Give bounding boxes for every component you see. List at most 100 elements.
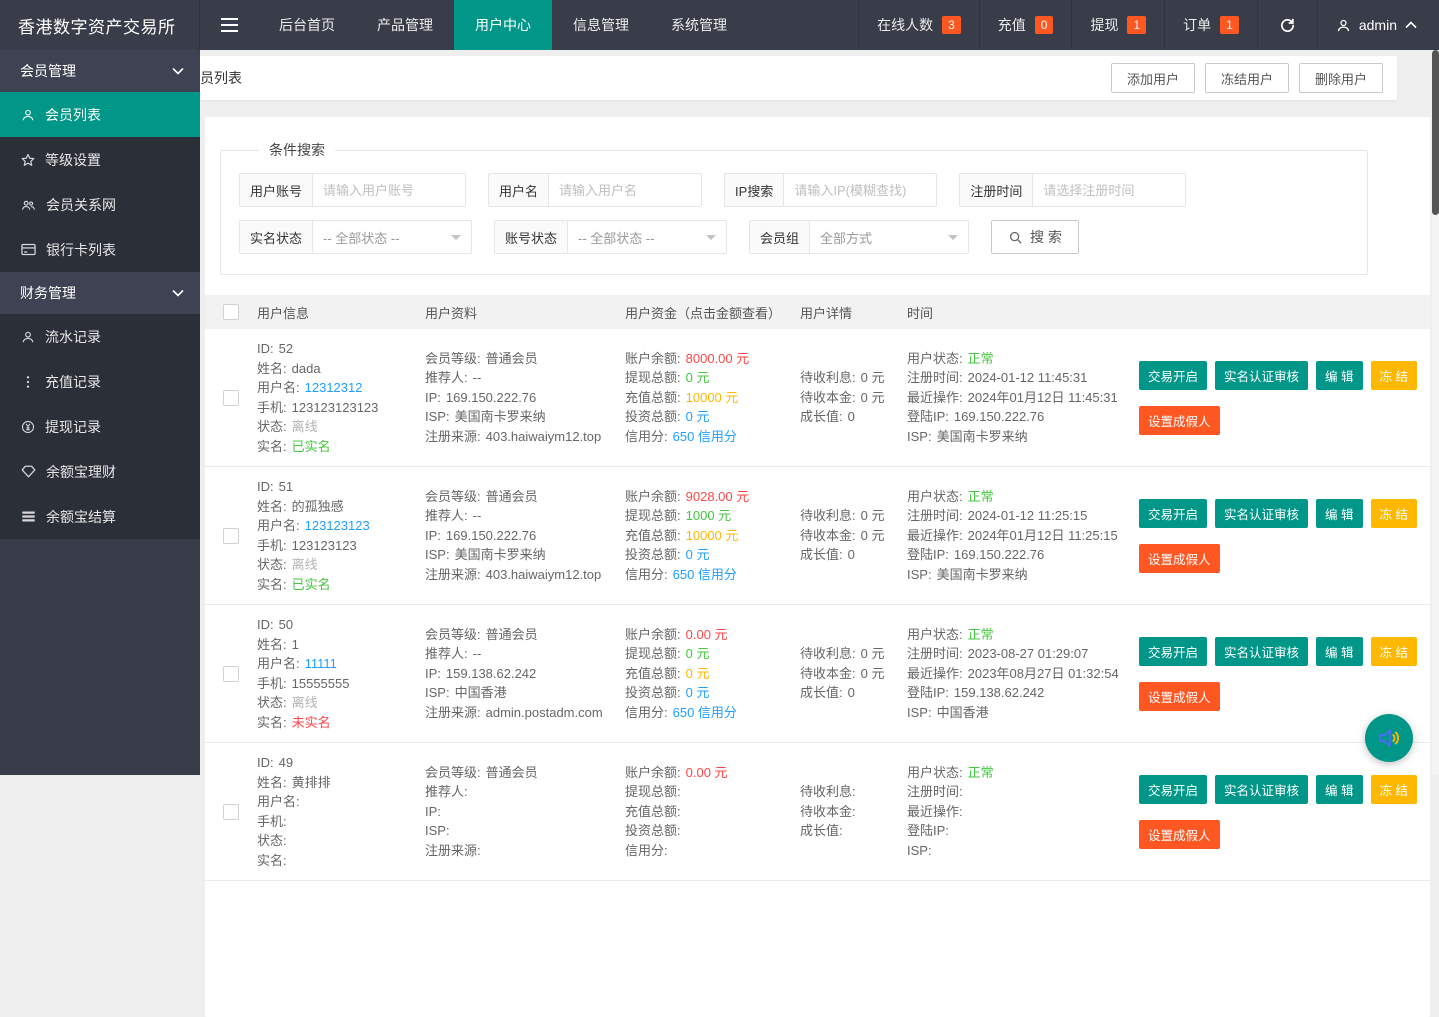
member-list-card: 条件搜索 用户账号 用户名 IP搜索 注册时间 实名状态 [205,117,1430,1017]
row-checkbox[interactable] [223,666,239,682]
search-row-inputs: 用户账号 用户名 IP搜索 注册时间 [239,173,1367,207]
realname-audit-button[interactable]: 实名认证审核 [1215,637,1308,666]
ip-value: 169.150.222.76 [446,528,536,543]
set-fake-button[interactable]: 设置成假人 [1139,406,1220,435]
id-value: 49 [279,755,293,770]
recharge-amount[interactable]: 10000 元 [686,390,739,405]
withdraw-amount[interactable]: 1000 元 [686,508,732,523]
vertical-scrollbar[interactable] [1432,50,1439,775]
name-value: 1 [292,637,299,652]
invest-amount[interactable]: 0 元 [686,547,710,562]
pending-principal: 0 元 [861,528,885,543]
freeze-user-button[interactable]: 冻结用户 [1205,63,1289,93]
realname-audit-button[interactable]: 实名认证审核 [1215,775,1308,804]
sidebar-item-transaction-log[interactable]: 流水记录 [0,314,200,359]
yen-icon [21,420,35,434]
scrollbar-thumb[interactable] [1432,50,1439,215]
freeze-button[interactable]: 冻 结 [1371,499,1417,528]
trade-toggle-button[interactable]: 交易开启 [1139,775,1207,804]
balance-amount[interactable]: 0.00 元 [686,627,728,642]
hamburger-menu-icon[interactable] [200,0,258,50]
sidebar-group-finance-management[interactable]: 财务管理 [0,272,200,314]
invest-amount[interactable]: 0 元 [686,409,710,424]
sidebar-item-level-settings[interactable]: 等级设置 [0,137,200,182]
name-value: dada [292,361,321,376]
realname-status-select[interactable]: -- 全部状态 -- [313,221,471,253]
invest-amount[interactable]: 0 元 [686,685,710,700]
set-fake-button[interactable]: 设置成假人 [1139,682,1220,711]
row-checkbox[interactable] [223,804,239,820]
member-group-select-group: 会员组 全部方式 [749,220,969,254]
refresh-icon[interactable] [1257,0,1317,50]
username-link[interactable]: 123123123 [305,518,370,533]
withdraw-amount[interactable]: 0 元 [686,646,710,661]
edit-button[interactable]: 编 辑 [1316,637,1362,666]
sidebar-item-member-list[interactable]: 会员列表 [0,92,200,137]
sidebar-item-yuebao-settlement[interactable]: 余额宝结算 [0,494,200,539]
nav-item-system[interactable]: 系统管理 [650,0,748,50]
username-link[interactable]: 12312312 [305,380,363,395]
balance-amount[interactable]: 8000.00 元 [686,351,750,366]
user-details-cell: 待收利息:0 元 待收本金:0 元 成长值:0 [800,368,907,427]
nav-item-user-center[interactable]: 用户中心 [454,0,552,50]
search-button[interactable]: 搜 索 [991,220,1079,254]
user-funds-cell: 账户余额:9028.00 元 提现总额:1000 元 充值总额:10000 元 … [625,487,800,585]
set-fake-button[interactable]: 设置成假人 [1139,820,1220,849]
search-icon [1008,230,1023,245]
sidebar-item-bank-cards[interactable]: 银行卡列表 [0,227,200,272]
name-value: 的孤独感 [292,499,344,514]
register-time-field-group: 注册时间 [959,173,1186,207]
ip-search-field-group: IP搜索 [724,173,937,207]
trade-toggle-button[interactable]: 交易开启 [1139,637,1207,666]
user-info-cell: ID:49 姓名:黄排排 用户名: 手机: 状态: 实名: [257,753,425,870]
register-time-input[interactable] [1033,174,1185,206]
edit-button[interactable]: 编 辑 [1316,499,1362,528]
online-status: 离线 [292,695,318,710]
stat-orders[interactable]: 订单 1 [1164,0,1257,50]
nav-item-information[interactable]: 信息管理 [552,0,650,50]
account-input[interactable] [313,174,465,206]
member-group-select[interactable]: 全部方式 [810,221,968,253]
row-checkbox[interactable] [223,528,239,544]
user-info-cell: ID:50 姓名:1 用户名:11111 手机:15555555 状态:离线 实… [257,615,425,732]
sidebar-item-recharge-records[interactable]: 充值记录 [0,359,200,404]
nav-item-dashboard[interactable]: 后台首页 [258,0,356,50]
withdraw-amount[interactable]: 0 元 [686,370,710,385]
username-link[interactable]: 11111 [305,656,337,671]
balance-amount[interactable]: 9028.00 元 [686,489,750,504]
select-all-checkbox[interactable] [223,304,239,320]
freeze-button[interactable]: 冻 结 [1371,775,1417,804]
add-user-button[interactable]: 添加用户 [1111,63,1195,93]
admin-user-menu[interactable]: admin [1317,0,1439,50]
balance-amount[interactable]: 0.00 元 [686,765,728,780]
sidebar-group-member-management[interactable]: 会员管理 [0,50,200,92]
freeze-button[interactable]: 冻 结 [1371,637,1417,666]
edit-button[interactable]: 编 辑 [1316,775,1362,804]
diamond-icon [21,465,36,478]
nav-item-products[interactable]: 产品管理 [356,0,454,50]
freeze-button[interactable]: 冻 结 [1371,361,1417,390]
recharge-amount[interactable]: 10000 元 [686,528,739,543]
stat-recharge[interactable]: 充值 0 [979,0,1072,50]
username-input[interactable] [549,174,701,206]
set-fake-button[interactable]: 设置成假人 [1139,544,1220,573]
col-time: 时间 [907,303,1139,322]
sidebar-item-yuebao-finance[interactable]: 余额宝理财 [0,449,200,494]
trade-toggle-button[interactable]: 交易开启 [1139,361,1207,390]
isp-value: 美国南卡罗来纳 [455,409,546,424]
stat-online-users[interactable]: 在线人数 3 [858,0,979,50]
stat-withdraw[interactable]: 提现 1 [1071,0,1164,50]
admin-username: admin [1359,17,1397,33]
realname-audit-button[interactable]: 实名认证审核 [1215,499,1308,528]
trade-toggle-button[interactable]: 交易开启 [1139,499,1207,528]
sidebar-item-member-network[interactable]: 会员关系网 [0,182,200,227]
recharge-amount[interactable]: 0 元 [686,666,710,681]
sidebar-item-withdraw-records[interactable]: 提现记录 [0,404,200,449]
row-checkbox[interactable] [223,390,239,406]
sound-notification-button[interactable] [1365,714,1413,762]
edit-button[interactable]: 编 辑 [1316,361,1362,390]
account-status-select[interactable]: -- 全部状态 -- [568,221,726,253]
ip-search-input[interactable] [784,174,936,206]
realname-audit-button[interactable]: 实名认证审核 [1215,361,1308,390]
delete-user-button[interactable]: 删除用户 [1299,63,1383,93]
